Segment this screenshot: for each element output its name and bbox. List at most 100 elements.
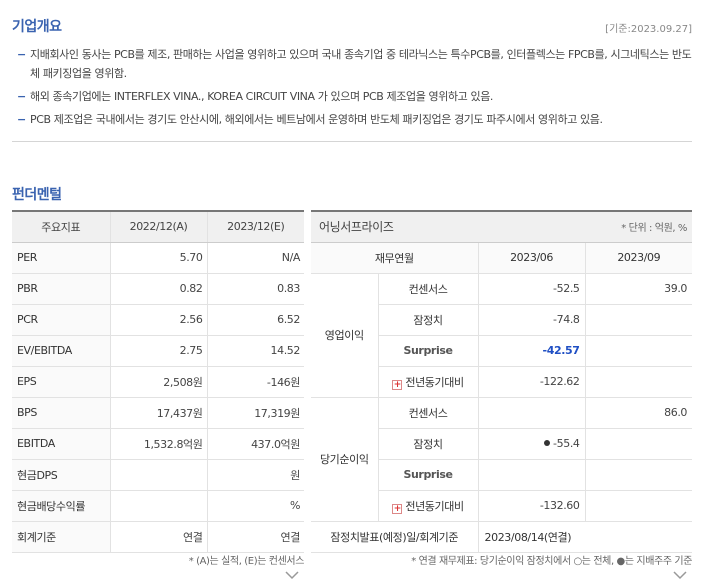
filled-dot-icon (544, 440, 551, 446)
row-label[interactable]: + 전년동기대비 (377, 490, 479, 522)
table-row: 당기순이익 컨센서스 86.0 (311, 397, 693, 522)
bullet-dash-icon: − (17, 48, 26, 61)
cell-value: 17,437원 (109, 397, 207, 429)
cell-value: -74.8 (477, 304, 586, 336)
row-label: PCR (12, 304, 110, 336)
chevron-down-icon[interactable] (672, 567, 688, 583)
cell-value: 86.0 (584, 397, 693, 429)
row-label: 잠정치 (377, 428, 479, 460)
row-label: Surprise (377, 459, 479, 491)
cell-value: -132.60 (477, 490, 586, 522)
announce-date-value: 2023/08/14(연결) (477, 521, 693, 553)
table-row: PER 5.70 N/A (12, 242, 304, 274)
row-label: 회계기준 (12, 521, 110, 553)
overview-text: 지배회사인 동사는 PCB를 제조, 판매하는 사업을 영위하고 있으며 국내 … (30, 48, 692, 80)
cell-value: 연결 (109, 521, 207, 553)
table-row: BPS 17,437원 17,319원 (12, 397, 304, 429)
cell-value (477, 459, 586, 491)
bullet-dash-icon: − (17, 90, 26, 103)
table-row: 회계기준 연결 연결 (12, 521, 304, 553)
cell-value (584, 490, 693, 522)
group-label: 당기순이익 (311, 397, 378, 522)
row-label: 현금배당수익률 (12, 490, 110, 522)
table-row: EBITDA 1,532.8억원 437.0억원 (12, 428, 304, 460)
company-overview: − 지배회사인 동사는 PCB를 제조, 판매하는 사업을 영위하고 있으며 국내… (12, 45, 692, 142)
cell-value: -146원 (206, 366, 304, 398)
earning-surprise-title: 어닝서프라이즈 (311, 211, 479, 243)
cell-value: -52.5 (477, 273, 586, 305)
row-label: 컨센서스 (377, 397, 479, 429)
cell-value: 14.52 (206, 335, 304, 367)
group-label: 영업이익 (311, 273, 378, 398)
cell-value (584, 304, 693, 336)
row-label-text: 전년동기대비 (405, 499, 464, 513)
table-row: PCR 2.56 6.52 (12, 304, 304, 336)
cell-value (109, 490, 207, 522)
cell-value: 5.70 (109, 242, 207, 274)
unit-note: * 단위 : 억원, % (478, 211, 693, 243)
cell-value: 437.0억원 (206, 428, 304, 460)
row-label: 잠정치 (377, 304, 479, 336)
cell-value: 6.52 (206, 304, 304, 336)
cell-value (584, 335, 693, 367)
row-label: EBITDA (12, 428, 110, 460)
table-row: 현금DPS 원 (12, 459, 304, 491)
cell-value: -122.62 (477, 366, 586, 398)
col-header: 2023/12(E) (206, 211, 304, 243)
cell-value (477, 397, 586, 429)
bullet-dash-icon: − (17, 113, 26, 126)
earning-surprise-table: 어닝서프라이즈 * 단위 : 억원, % 재무연월 2023/06 2023/0… (311, 210, 693, 553)
cell-value: 2.75 (109, 335, 207, 367)
cell-value: 0.82 (109, 273, 207, 305)
cell-value: 0.83 (206, 273, 304, 305)
cell-value: 2,508원 (109, 366, 207, 398)
table-row: PBR 0.82 0.83 (12, 273, 304, 305)
col-header: 2022/12(A) (109, 211, 207, 243)
row-label: EV/EBITDA (12, 335, 110, 367)
announce-date-label: 잠정치발표(예정)일/회계기준 (311, 521, 479, 553)
cell-value: 원 (206, 459, 304, 491)
company-overview-title: 기업개요 (12, 19, 62, 35)
chevron-down-icon[interactable] (284, 567, 300, 583)
fundamental-table: 주요지표 2022/12(A) 2023/12(E) PER 5.70 N/A PB… (12, 210, 304, 553)
row-label: 컨센서스 (377, 273, 479, 305)
row-label: Surprise (377, 335, 479, 367)
table-header-row: 재무연월 2023/06 2023/09 (311, 242, 693, 274)
cell-value: -55.4 (477, 428, 586, 460)
as-of-date: [기준:2023.09.27] (605, 24, 692, 35)
plus-icon[interactable]: + (392, 503, 403, 514)
cell-value: 39.0 (584, 273, 693, 305)
plus-icon[interactable]: + (392, 379, 403, 390)
cell-value: 1,532.8억원 (109, 428, 207, 460)
table-header-row: 주요지표 2022/12(A) 2023/12(E) (12, 211, 304, 243)
cell-value (584, 366, 693, 398)
row-label-text: 전년동기대비 (405, 375, 464, 389)
cell-value-text: -55.4 (553, 437, 580, 450)
row-label: EPS (12, 366, 110, 398)
table-row: 현금배당수익률% (12, 490, 304, 522)
cell-value: -42.57 (477, 335, 586, 367)
row-label: PBR (12, 273, 110, 305)
table-row: 영업이익 컨센서스 -52.5 39.0 (311, 273, 693, 398)
col-header: 주요지표 (12, 211, 110, 243)
table-row: EV/EBITDA 2.75 14.52 (12, 335, 304, 367)
fundamental-footnote: * (A)는 실적, (E)는 컨센서스 (188, 556, 305, 567)
col-header: 재무연월 (311, 242, 479, 274)
cell-value: 17,319원 (206, 397, 304, 429)
table-row: EPS 2,508원 -146원 (12, 366, 304, 398)
row-label: BPS (12, 397, 110, 429)
overview-item: − 지배회사인 동사는 PCB를 제조, 판매하는 사업을 영위하고 있으며 국내… (12, 45, 692, 83)
cell-value (109, 459, 207, 491)
col-header: 2023/06 (477, 242, 586, 274)
overview-item: − 해외 종속기업에는 INTERFLEX VINA., KOREA CIRCUI… (12, 87, 692, 106)
row-label[interactable]: + 전년동기대비 (377, 366, 479, 398)
cell-value (584, 459, 693, 491)
row-label: 현금DPS (12, 459, 110, 491)
overview-text: 해외 종속기업에는 INTERFLEX VINA., KOREA CIRCUIT… (30, 90, 494, 103)
cell-value: % (206, 490, 304, 522)
col-header: 2023/09 (584, 242, 693, 274)
cell-value (584, 428, 693, 460)
fundamental-title: 펀더멘털 (12, 187, 62, 203)
cell-value: 2.56 (109, 304, 207, 336)
overview-text: PCB 제조업은 국내에서는 경기도 안산시에, 해외에서는 베트남에서 운영하… (30, 113, 603, 126)
